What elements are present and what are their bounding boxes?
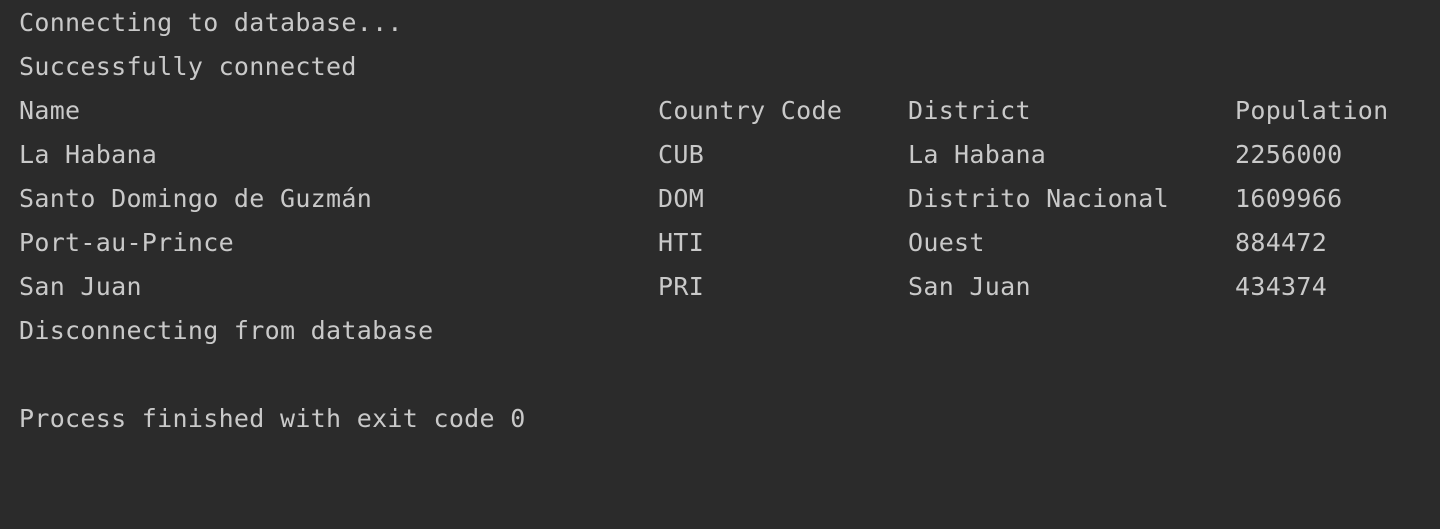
header-district: District (908, 96, 1031, 125)
cell-population: 884472 (1235, 228, 1328, 257)
console-line-process-finished: Process finished with exit code 0 (19, 404, 526, 433)
cell-population: 1609966 (1235, 184, 1343, 213)
cell-district: Ouest (908, 228, 985, 257)
cell-district: Distrito Nacional (908, 184, 1169, 213)
cell-name: La Habana (19, 140, 158, 169)
header-country-code: Country Code (658, 96, 843, 125)
console-line-disconnecting: Disconnecting from database (19, 316, 434, 345)
table-row: La Habana CUB La Habana 2256000 (19, 133, 1419, 177)
cell-country-code: CUB (658, 140, 705, 169)
table-row: Santo Domingo de Guzmán DOM Distrito Nac… (19, 177, 1419, 221)
header-population: Population (1235, 96, 1389, 125)
table-row: Port-au-Prince HTI Ouest 884472 (19, 221, 1419, 265)
cell-district: San Juan (908, 272, 1031, 301)
cell-name: Santo Domingo de Guzmán (19, 184, 373, 213)
console-line-connecting: Connecting to database... (19, 8, 403, 37)
cell-population: 2256000 (1235, 140, 1343, 169)
cell-country-code: HTI (658, 228, 705, 257)
cell-name: San Juan (19, 272, 142, 301)
cell-name: Port-au-Prince (19, 228, 234, 257)
header-name: Name (19, 96, 81, 125)
console-line-connected: Successfully connected (19, 52, 357, 81)
cell-population: 434374 (1235, 272, 1328, 301)
cell-country-code: PRI (658, 272, 705, 301)
cell-country-code: DOM (658, 184, 705, 213)
cell-district: La Habana (908, 140, 1047, 169)
console-output: Connecting to database... Successfully c… (0, 0, 1440, 446)
table-header-row: Name Country Code District Population (19, 89, 1419, 133)
table-row: San Juan PRI San Juan 434374 (19, 265, 1419, 309)
